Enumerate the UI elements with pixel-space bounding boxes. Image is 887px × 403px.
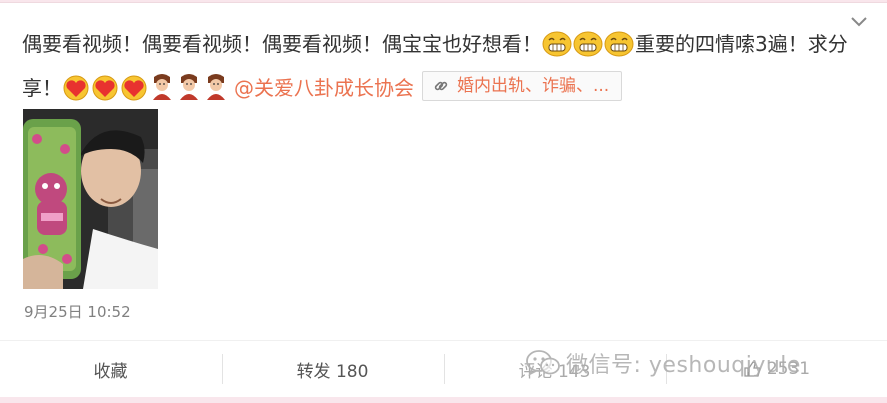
wechat-icon: [526, 350, 560, 376]
grinning-face-icon: [604, 31, 634, 69]
link-icon: [434, 81, 448, 91]
heart-face-icon: [91, 75, 119, 113]
post-body: 偶要看视频！偶要看视频！偶要看视频！偶宝宝也好想看！ 重要的四情嗦3遍！求分享！ @…: [22, 25, 867, 113]
cartoon-figure-icon: [149, 73, 175, 113]
weibo-post-card: 偶要看视频！偶要看视频！偶要看视频！偶宝宝也好想看！ 重要的四情嗦3遍！求分享！ @…: [0, 2, 887, 398]
topic-chip[interactable]: 婚内出轨、诈骗、...: [422, 71, 623, 101]
wechat-watermark: 微信号: yeshouqiyule: [526, 346, 801, 380]
heart-face-icon: [62, 75, 90, 113]
post-timestamp: 9月25日 10:52: [24, 303, 131, 321]
repost-label: 转发 180: [296, 361, 369, 382]
bottom-strip: [0, 397, 887, 403]
repost-button[interactable]: 转发 180: [222, 341, 443, 397]
grinning-face-icon: [542, 31, 572, 69]
favorite-label: 收藏: [93, 361, 128, 382]
post-text-part1: 偶要看视频！偶要看视频！偶要看视频！偶宝宝也好想看！: [22, 32, 542, 56]
grinning-face-icon: [573, 31, 603, 69]
cartoon-figure-icon: [203, 73, 229, 113]
heart-face-icon: [120, 75, 148, 113]
watermark-text: 微信号: yeshouqiyule: [566, 353, 801, 378]
cartoon-figure-icon: [176, 73, 202, 113]
topic-chip-label: 婚内出轨、诈骗、...: [457, 76, 610, 96]
post-photo[interactable]: [23, 109, 158, 289]
mention-link[interactable]: @关爱八卦成长协会: [234, 76, 414, 100]
favorite-button[interactable]: 收藏: [0, 341, 221, 397]
